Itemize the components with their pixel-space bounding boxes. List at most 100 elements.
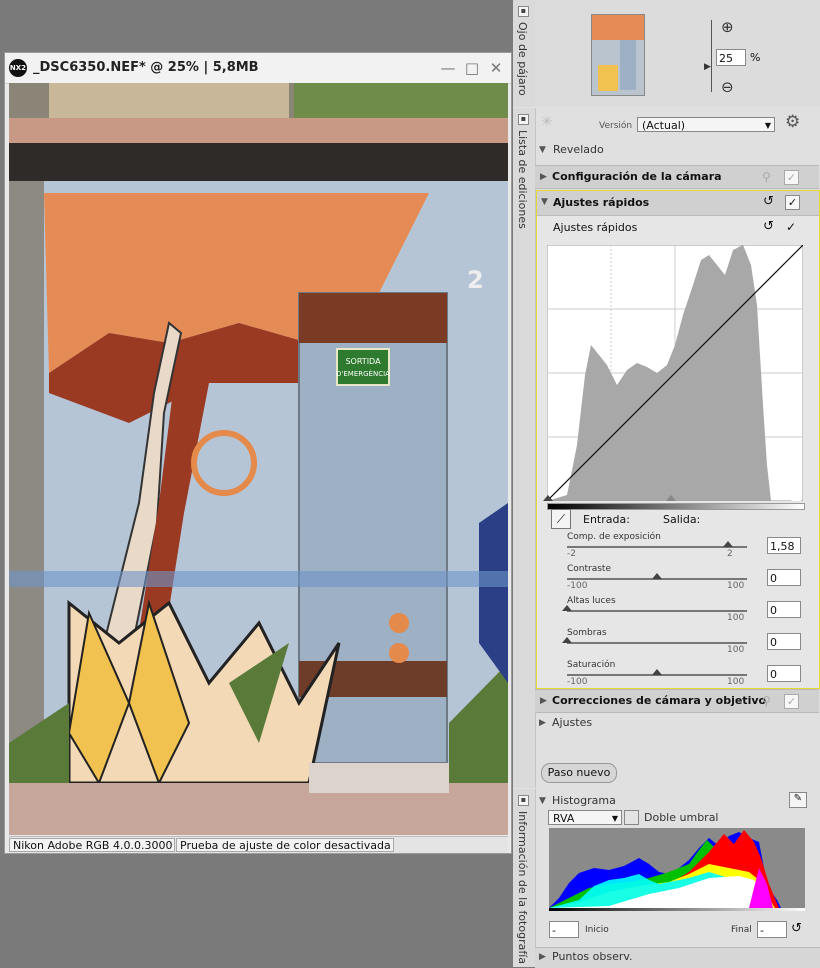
- revelado-label: Revelado: [553, 143, 604, 156]
- watch-points-header[interactable]: ▶ Puntos observ.: [535, 947, 820, 968]
- triangle-right-icon: ▶: [539, 718, 546, 728]
- channel-value: RVA: [553, 812, 575, 825]
- quick-fix-label: Ajustes rápidos: [553, 196, 650, 209]
- midpoint-marker[interactable]: [666, 495, 676, 501]
- slider-track[interactable]: [567, 546, 747, 548]
- photo-info-label: Información de la fotografía: [516, 811, 529, 965]
- photo-house-number: 2: [467, 266, 484, 294]
- black-point-marker[interactable]: [543, 495, 553, 501]
- collapse-icon[interactable]: ▪: [518, 114, 529, 125]
- edit-list-label: Lista de ediciones: [516, 130, 529, 229]
- slider-value-input[interactable]: 1,58: [767, 537, 801, 554]
- slider-value-input[interactable]: 0: [767, 601, 801, 618]
- quick-fix-header[interactable]: ▼ Ajustes rápidos ↺ ✓: [537, 191, 819, 216]
- zoom-in-icon[interactable]: ⊕: [721, 18, 734, 36]
- triangle-right-icon: ▶: [539, 952, 546, 962]
- slider-max: 2: [727, 549, 733, 559]
- watch-points-label: Puntos observ.: [552, 950, 633, 963]
- slider-label: Contraste: [567, 564, 611, 574]
- right-palette: ▪ Ojo de pájaro ▶ ⊕ 25 % ⊖ ▪ Lista de ed…: [513, 0, 820, 968]
- triangle-down-icon: ▼: [539, 796, 546, 806]
- graffiti-photo: SORTIDA D'EMERGÈNCIA 2: [9, 83, 508, 835]
- birds-eye-thumbnail[interactable]: [591, 14, 645, 96]
- slider-label: Comp. de exposición: [567, 532, 661, 542]
- camera-lens-bar[interactable]: ▶ Correcciones de cámara y objetivo ⚲ ✓: [535, 689, 819, 713]
- camera-settings-bar[interactable]: ▶ Configuración de la cámara ⚲ ✓: [535, 165, 819, 189]
- slider-track[interactable]: [567, 610, 747, 612]
- slider-thumb[interactable]: [562, 637, 572, 643]
- white-point-marker[interactable]: [791, 495, 801, 501]
- gear-icon[interactable]: ⚙: [785, 112, 800, 132]
- reset-icon[interactable]: ↺: [763, 194, 774, 209]
- slider-thumb[interactable]: [562, 605, 572, 611]
- quick-fix-sublabel: Ajustes rápidos: [553, 221, 638, 234]
- slider-track[interactable]: [567, 642, 747, 644]
- end-label: Final: [731, 925, 752, 935]
- slider-value-input[interactable]: 0: [767, 633, 801, 650]
- link-icon[interactable]: ⚲: [762, 170, 771, 184]
- slider-max: 100: [727, 613, 745, 623]
- slider-thumb[interactable]: [652, 669, 662, 675]
- birds-eye-panel: ▶ ⊕ 25 % ⊖: [535, 0, 820, 107]
- curve-tool-icon[interactable]: ⟋: [551, 509, 571, 529]
- camera-lens-checkbox[interactable]: ✓: [784, 694, 799, 709]
- slider-value-input[interactable]: 0: [767, 569, 801, 586]
- image-window-title: _DSC6350.NEF* @ 25% | 5,8MB: [33, 60, 259, 75]
- curves-graph[interactable]: [547, 245, 803, 501]
- edit-list-strip[interactable]: ▪ Lista de ediciones: [513, 108, 536, 788]
- maximize-button[interactable]: □: [463, 59, 481, 77]
- triangle-right-icon: ▶: [540, 696, 547, 706]
- slider-min: -100: [567, 581, 588, 591]
- ajustes-header[interactable]: ▶ Ajustes: [535, 714, 820, 734]
- channel-dropdown[interactable]: RVA ▼: [548, 810, 622, 825]
- slider-label: Altas luces: [567, 596, 616, 606]
- collapse-icon[interactable]: ▪: [518, 795, 529, 806]
- reset-icon[interactable]: ↺: [791, 921, 802, 936]
- check-icon[interactable]: ✓: [786, 220, 796, 234]
- slider-max: 100: [727, 677, 745, 687]
- photo-canvas[interactable]: SORTIDA D'EMERGÈNCIA 2: [9, 83, 508, 835]
- zoom-input[interactable]: 25: [716, 49, 746, 66]
- slider-max: 100: [727, 581, 745, 591]
- zoom-marker-icon: ▶: [704, 62, 711, 72]
- start-label: Inicio: [585, 925, 609, 935]
- entrada-label: Entrada:: [583, 513, 630, 526]
- end-input[interactable]: -: [757, 921, 787, 938]
- slider-label: Saturación: [567, 660, 616, 670]
- photo-sign-text-2: D'EMERGÈNCIA: [336, 369, 390, 378]
- minimize-button[interactable]: —: [439, 59, 457, 77]
- slider-label: Sombras: [567, 628, 607, 638]
- histogram-panel: ▼ Histograma ✎ RVA ▼ Doble umbral - Inic…: [535, 789, 820, 968]
- photo-info-strip[interactable]: ▪ Información de la fotografía: [513, 789, 536, 967]
- quick-fix-checkbox[interactable]: ✓: [785, 195, 800, 210]
- birds-eye-strip[interactable]: ▪ Ojo de pájaro: [513, 0, 536, 107]
- camera-settings-checkbox[interactable]: ✓: [784, 170, 799, 185]
- slider-value-input[interactable]: 0: [767, 665, 801, 682]
- close-button[interactable]: ✕: [487, 59, 505, 77]
- zoom-out-icon[interactable]: ⊖: [721, 78, 734, 96]
- link-icon[interactable]: ⚲: [762, 694, 771, 708]
- sparkle-icon: ✳: [541, 114, 553, 130]
- camera-lens-label: Correcciones de cámara y objetivo: [552, 694, 767, 707]
- reset-icon[interactable]: ↺: [763, 219, 774, 234]
- version-value: (Actual): [642, 119, 686, 132]
- version-dropdown[interactable]: (Actual) ▼: [637, 117, 775, 132]
- new-step-button[interactable]: Paso nuevo: [541, 763, 617, 783]
- softproof-dropdown[interactable]: Prueba de ajuste de color desactivada: [176, 838, 394, 852]
- zoom-unit: %: [750, 51, 761, 64]
- triangle-right-icon: ▶: [540, 172, 547, 182]
- version-label: Versión: [599, 121, 633, 131]
- image-window[interactable]: NX2 _DSC6350.NEF* @ 25% | 5,8MB — □ ✕ SO…: [4, 52, 512, 854]
- collapse-icon[interactable]: ▪: [518, 6, 529, 17]
- slider-min: -2: [567, 549, 576, 559]
- salida-label: Salida:: [663, 513, 701, 526]
- double-threshold-checkbox[interactable]: [624, 810, 639, 825]
- start-input[interactable]: -: [549, 921, 579, 938]
- quick-fix-panel: ▼ Ajustes rápidos ↺ ✓ Ajustes rápidos ↺ …: [536, 190, 820, 689]
- slider-thumb[interactable]: [652, 573, 662, 579]
- image-window-titlebar[interactable]: NX2 _DSC6350.NEF* @ 25% | 5,8MB — □ ✕: [5, 53, 511, 84]
- slider-thumb[interactable]: [723, 541, 734, 547]
- rgb-histogram: [549, 828, 805, 908]
- revelado-header[interactable]: ▼ Revelado: [535, 140, 820, 164]
- eyedropper-icon[interactable]: ✎: [789, 792, 807, 808]
